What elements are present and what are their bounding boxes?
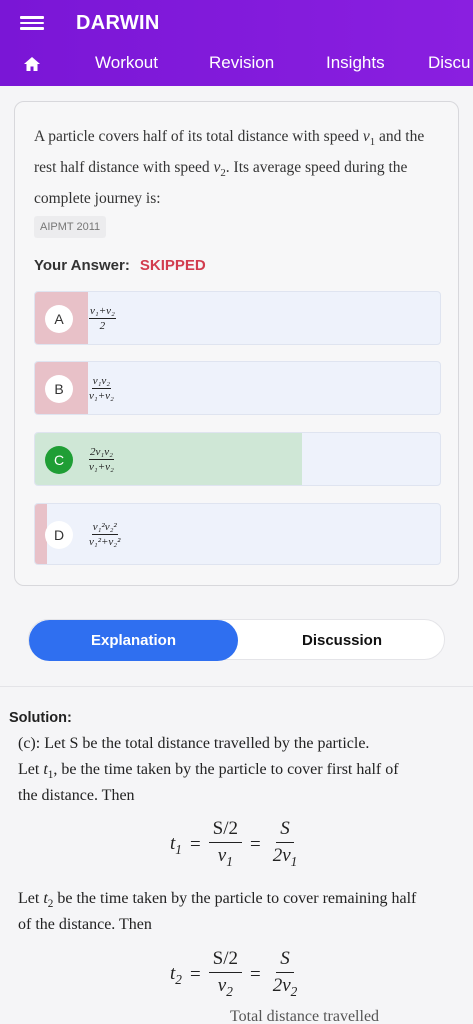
eq-fraction: S 2v1 <box>269 818 302 873</box>
option-letter: B <box>45 375 73 403</box>
option-fraction: 2v₁v₂ v₁+v₂ <box>89 433 114 485</box>
eq-sub: 1 <box>290 853 298 869</box>
eq-denominator: 2v2 <box>272 975 298 999</box>
equals-sign: = <box>250 834 261 856</box>
eq-sub: 2 <box>175 971 182 987</box>
app-title: DARWIN <box>76 12 160 34</box>
eq-sub: 1 <box>226 853 233 869</box>
equation-t2: t2 = S/2 v2 = S 2v2 <box>170 948 309 1003</box>
equals-sign: = <box>189 834 201 856</box>
exam-tag: AIPMT 2011 <box>34 216 107 238</box>
solution-text: be the time taken by the particle to cov… <box>53 890 417 907</box>
eq-numerator: S/2 <box>208 948 243 973</box>
option-letter: D <box>45 521 73 549</box>
option-letter: A <box>45 305 73 333</box>
tab-discuss[interactable]: Discu <box>428 53 471 73</box>
question-text: A particle covers half of its total dist… <box>34 124 434 211</box>
eq-fraction: S/2 v2 <box>208 948 243 1003</box>
question-part: A particle covers half of its total dist… <box>34 128 363 145</box>
explanation-discussion-toggle: Explanation Discussion <box>28 619 446 661</box>
option-fraction: v₁+v₂ 2 <box>89 292 116 344</box>
divider <box>0 686 473 687</box>
your-answer: Your Answer: SKIPPED <box>34 257 206 274</box>
explanation-tab[interactable]: Explanation <box>29 620 238 661</box>
equation-t1: t1 = S/2 v1 = S 2v1 <box>170 818 309 873</box>
eq-sub: 2 <box>226 983 233 999</box>
fraction-denominator: v₁²+v₂² <box>89 535 121 548</box>
eq-numerator: S/2 <box>208 818 243 843</box>
home-icon[interactable] <box>22 54 42 74</box>
eq-denominator: 2v1 <box>272 845 298 869</box>
solution-text: , be the time taken by the particle to c… <box>53 761 399 778</box>
option-d[interactable]: D v₁²v₂² v₁²+v₂² <box>34 503 441 565</box>
option-fraction: v₁²v₂² v₁²+v₂² <box>89 504 120 564</box>
fraction-denominator: 2 <box>99 319 106 332</box>
fraction-numerator: 2v₁v₂ <box>89 445 114 460</box>
solution-heading: Solution: <box>9 710 72 726</box>
eq-denominator: v1 <box>217 845 233 869</box>
answer-label: Your Answer: <box>34 257 130 274</box>
eq-fraction: S/2 v1 <box>208 818 243 873</box>
option-b[interactable]: B v₁v₂ v₁+v₂ <box>34 361 441 415</box>
fraction-numerator: v₁+v₂ <box>89 304 116 319</box>
answer-status: SKIPPED <box>139 257 206 274</box>
question-var: v <box>362 128 370 145</box>
solution-line: the distance. Then <box>18 787 135 804</box>
solution-text: Let <box>18 890 44 907</box>
option-letter: C <box>45 446 73 474</box>
option-fill <box>35 433 303 485</box>
menu-icon[interactable] <box>20 13 44 33</box>
eq-sub: 2 <box>290 983 298 999</box>
eq-sub: 1 <box>175 841 182 857</box>
tab-revision[interactable]: Revision <box>209 53 274 73</box>
eq-lhs: t1 <box>170 833 182 857</box>
nav-tabs: Workout Revision Insights Discu <box>0 44 473 84</box>
option-c[interactable]: C 2v₁v₂ v₁+v₂ <box>34 432 441 486</box>
solution-trailing-text: Total distance travelled <box>230 1008 380 1024</box>
fraction-denominator: v₁+v₂ <box>89 460 114 473</box>
eq-lhs: t2 <box>170 963 182 987</box>
question-card: A particle covers half of its total dist… <box>14 101 459 586</box>
fraction-denominator: v₁+v₂ <box>89 389 114 402</box>
solution-line: (c): Let S be the total distance travell… <box>18 735 370 752</box>
tab-workout[interactable]: Workout <box>95 53 158 73</box>
solution-text: Let <box>18 761 44 778</box>
option-fraction: v₁v₂ v₁+v₂ <box>89 362 114 414</box>
discussion-tab[interactable]: Discussion <box>238 620 446 661</box>
equals-sign: = <box>189 964 201 986</box>
eq-numerator: S <box>276 818 294 843</box>
eq-numerator: S <box>276 948 294 973</box>
eq-fraction: S 2v2 <box>269 948 302 1003</box>
option-a[interactable]: A v₁+v₂ 2 <box>34 291 441 345</box>
eq-denominator: v2 <box>217 975 233 999</box>
solution-line: of the distance. Then <box>18 916 152 933</box>
fraction-numerator: v₁v₂ <box>91 374 112 389</box>
fraction-numerator: v₁²v₂² <box>91 520 118 535</box>
app-bar: DARWIN Workout Revision Insights Discu <box>0 0 473 86</box>
equals-sign: = <box>250 964 261 986</box>
tab-insights[interactable]: Insights <box>326 53 385 73</box>
